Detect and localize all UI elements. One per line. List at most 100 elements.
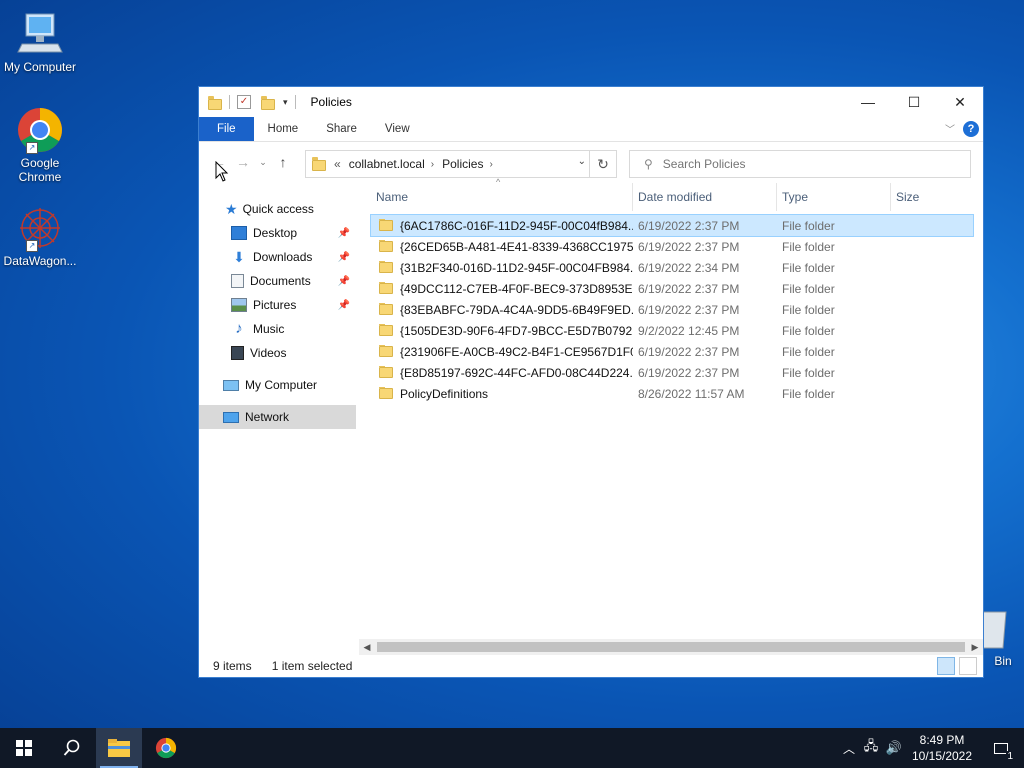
help-icon[interactable]: ? xyxy=(963,121,979,137)
taskbar-file-explorer[interactable] xyxy=(96,728,142,768)
minimize-button[interactable]: — xyxy=(845,87,891,117)
pin-icon[interactable]: 📌 xyxy=(338,300,350,311)
date-modified-cell: 6/19/2022 2:37 PM xyxy=(638,344,740,359)
breadcrumb-collabnet[interactable]: collabnet.local xyxy=(349,157,425,171)
desktop-icon-datawagon[interactable]: ↗ DataWagon... xyxy=(0,204,80,268)
desktop-icon-google-chrome[interactable]: ↗ Google Chrome xyxy=(0,106,80,184)
file-name: PolicyDefinitions xyxy=(400,386,489,401)
nav-label: Music xyxy=(253,322,285,336)
computer-icon xyxy=(223,379,239,391)
file-row[interactable]: {26CED65B-A481-4E41-8339-4368CC1975... 6/… xyxy=(371,236,973,257)
type-cell: File folder xyxy=(782,302,835,317)
videos-icon xyxy=(231,346,244,360)
details-view-button[interactable] xyxy=(937,657,955,675)
column-name[interactable]: Name xyxy=(371,183,633,211)
maximize-button[interactable]: ☐ xyxy=(891,87,937,117)
folder-icon xyxy=(208,95,222,110)
chrome-icon xyxy=(155,737,177,759)
folder-icon xyxy=(379,302,393,315)
forward-button[interactable]: → xyxy=(231,150,255,174)
expand-ribbon-icon[interactable]: ﹀ xyxy=(945,121,955,136)
chevron-right-icon[interactable]: › xyxy=(489,159,492,170)
breadcrumb-policies[interactable]: Policies xyxy=(442,157,483,171)
pictures-icon xyxy=(231,298,247,312)
taskbar: ︿ 🖧 🔊 8:49 PM 10/15/2022 1 xyxy=(0,728,1024,768)
search-box[interactable]: ⚲ xyxy=(629,150,971,178)
start-button[interactable] xyxy=(0,728,48,768)
nav-videos[interactable]: Videos xyxy=(199,341,356,365)
search-input[interactable] xyxy=(660,156,945,172)
file-name: {1505DE3D-90F6-4FD7-9BCC-E5D7B0792... xyxy=(400,323,633,338)
file-row[interactable]: {31B2F340-016D-11D2-945F-00C04FB984... 6/… xyxy=(371,257,973,278)
clock[interactable]: 8:49 PM 10/15/2022 xyxy=(906,732,978,764)
quick-access-toolbar: ✓ ▾ xyxy=(199,95,299,110)
clock-time: 8:49 PM xyxy=(919,733,965,747)
tab-share[interactable]: Share xyxy=(312,117,371,141)
tab-file[interactable]: File xyxy=(199,117,254,141)
nav-downloads[interactable]: ⬇ Downloads 📌 xyxy=(199,245,356,269)
show-hidden-icons-chevron-up-icon[interactable]: ︿ xyxy=(838,740,860,757)
pin-icon[interactable]: 📌 xyxy=(338,276,350,287)
nav-documents[interactable]: Documents 📌 xyxy=(199,269,356,293)
nav-network[interactable]: Network xyxy=(199,405,356,429)
file-row[interactable]: {49DCC112-C7EB-4F0F-BEC9-373D8953E... 6/1… xyxy=(371,278,973,299)
customize-qat-icon[interactable]: ▾ xyxy=(283,97,288,108)
chevron-right-icon[interactable]: › xyxy=(431,159,434,170)
minimize-icon: — xyxy=(861,94,875,110)
date-modified-cell: 6/19/2022 2:37 PM xyxy=(638,281,740,296)
close-button[interactable]: ✕ xyxy=(937,87,983,117)
overflow-icon[interactable]: « xyxy=(334,157,341,171)
file-row[interactable]: {231906FE-A0CB-49C2-B4F1-CE9567D1F0... 6/… xyxy=(371,341,973,362)
type-cell: File folder xyxy=(782,386,835,401)
date-modified-cell: 8/26/2022 11:57 AM xyxy=(638,386,745,401)
nav-pictures[interactable]: Pictures 📌 xyxy=(199,293,356,317)
pin-icon[interactable]: 📌 xyxy=(338,252,350,263)
address-dropdown-icon[interactable]: ⌄ xyxy=(578,156,586,167)
computer-icon xyxy=(16,10,64,58)
properties-icon[interactable]: ✓ xyxy=(237,95,251,109)
large-icons-view-button[interactable] xyxy=(959,657,977,675)
column-type[interactable]: Type xyxy=(777,183,891,211)
file-row[interactable]: {E8D85197-692C-44FC-AFD0-08C44D224... 6/1… xyxy=(371,362,973,383)
desktop-icon-my-computer[interactable]: My Computer xyxy=(0,10,80,74)
scroll-right-icon[interactable]: ▶ xyxy=(967,639,983,655)
nav-my-computer[interactable]: My Computer xyxy=(199,373,356,397)
sort-ascending-icon: ^ xyxy=(496,177,501,187)
folder-icon xyxy=(379,218,393,231)
file-name-cell: {231906FE-A0CB-49C2-B4F1-CE9567D1F0... xyxy=(371,344,633,359)
search-button[interactable] xyxy=(48,728,96,768)
documents-icon xyxy=(231,274,244,288)
type-cell: File folder xyxy=(782,323,835,338)
type-cell: File folder xyxy=(782,239,835,254)
refresh-icon: ↻ xyxy=(597,156,609,172)
column-size[interactable]: Size xyxy=(891,183,971,211)
file-row[interactable]: PolicyDefinitions 8/26/2022 11:57 AM File … xyxy=(371,383,973,404)
nav-quick-access[interactable]: ★ Quick access xyxy=(199,197,356,221)
column-date-modified[interactable]: Date modified xyxy=(633,183,777,211)
action-center-button[interactable]: 1 xyxy=(978,728,1024,768)
tab-home[interactable]: Home xyxy=(254,117,313,141)
search-icon: ⚲ xyxy=(644,157,653,171)
taskbar-chrome[interactable] xyxy=(142,728,190,768)
file-row[interactable]: {6AC1786C-016F-11D2-945F-00C04fB984... 6/… xyxy=(370,214,974,237)
scrollbar-thumb[interactable] xyxy=(377,642,965,652)
horizontal-scrollbar[interactable]: ◀ ▶ xyxy=(359,639,983,655)
up-button[interactable]: ↑ xyxy=(271,150,295,174)
file-row[interactable]: {83EBABFC-79DA-4C4A-9DD5-6B49F9ED... 6/19… xyxy=(371,299,973,320)
refresh-button[interactable]: ↻ xyxy=(589,150,617,178)
desktop-icon-label: Bin xyxy=(994,654,1012,668)
volume-icon[interactable]: 🔊 xyxy=(882,740,906,756)
nav-desktop[interactable]: Desktop 📌 xyxy=(199,221,356,245)
tab-view[interactable]: View xyxy=(371,117,424,141)
network-status-icon[interactable]: 🖧 xyxy=(860,737,882,759)
nav-music[interactable]: ♪ Music xyxy=(199,317,356,341)
file-row[interactable]: {1505DE3D-90F6-4FD7-9BCC-E5D7B0792... 9/2… xyxy=(371,320,973,341)
recent-locations-button[interactable]: ⌄ xyxy=(255,150,271,174)
new-folder-icon[interactable] xyxy=(261,95,275,110)
address-bar[interactable]: « collabnet.local › Policies › ⌄ xyxy=(305,150,615,178)
downloads-icon: ⬇ xyxy=(233,249,245,265)
title-bar[interactable]: ✓ ▾ Policies — ☐ ✕ xyxy=(199,87,983,117)
pin-icon[interactable]: 📌 xyxy=(338,228,350,239)
scroll-left-icon[interactable]: ◀ xyxy=(359,639,375,655)
navigation-bar: ← → ⌄ ↑ « collabnet.local › Policies › ⌄… xyxy=(199,142,983,182)
